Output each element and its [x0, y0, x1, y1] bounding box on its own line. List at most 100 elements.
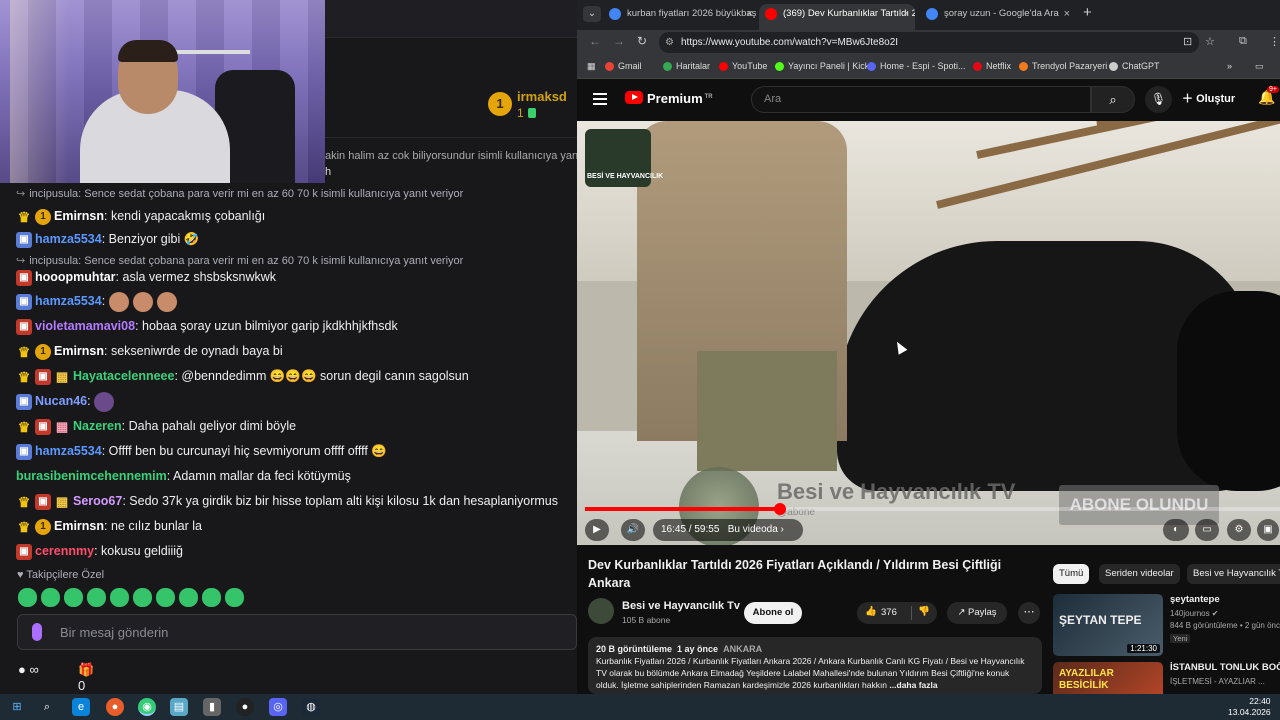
chat-message[interactable]: ▣ hamza5534: Benziyor gibi 🤣	[16, 228, 571, 250]
emote-icon[interactable]	[133, 588, 152, 607]
extensions-icon[interactable]: ⧉	[1239, 35, 1247, 48]
chat-username[interactable]: Emirnsn	[54, 209, 104, 223]
show-more-link[interactable]: ...daha fazla	[889, 680, 937, 690]
url-field[interactable]: ⚙ https://www.youtube.com/watch?v=MBw6Jt…	[659, 32, 1199, 53]
chat-message[interactable]: ▣ violetamamavi08: hobaa şoray uzun bilmi…	[16, 315, 571, 337]
settings-icon[interactable]: ⚙	[1227, 519, 1251, 541]
miniplayer-icon[interactable]: ▣	[1257, 519, 1279, 541]
chat-username[interactable]: Hayatacelenneee	[73, 369, 174, 383]
video-thumbnail[interactable]: AYAZLILAR BESİCİLİK	[1053, 662, 1163, 694]
play-button[interactable]: ▶	[585, 519, 609, 541]
mic-icon[interactable]	[32, 623, 42, 641]
search-input[interactable]: Ara	[751, 86, 1091, 113]
chat-message[interactable]: ♛ 1 Emirnsn: kendi yapacakmış çobanlığı	[16, 205, 571, 227]
youtube-premium-brand[interactable]: Premium TR	[647, 91, 713, 106]
bookmark-item[interactable]: Yayıncı Paneli | Kick	[775, 61, 869, 71]
description-box[interactable]: 20 B görüntüleme 1 ay önce ANKARA Kurban…	[588, 637, 1042, 694]
chat-username[interactable]: hamza5534	[35, 232, 102, 246]
file-explorer-icon[interactable]: ▤	[170, 698, 188, 716]
chat-message[interactable]: ♛ 1 Emirnsn: sekseniwrde de oynadı baya bi	[16, 340, 571, 362]
chat-message[interactable]: ▣ hamza5534: Offff ben bu curcunayi hiç s…	[16, 440, 571, 462]
gift-button[interactable]: 🎁 0	[78, 662, 94, 693]
browser-tab[interactable]: (369) Dev Kurbanlıklar Tartıldı 2 ×	[759, 4, 915, 30]
bookmark-star-icon[interactable]: ☆	[1205, 35, 1215, 48]
bookmark-item[interactable]: Home - Espi - Spoti...	[867, 61, 966, 71]
share-button[interactable]: ↗ Paylaş	[947, 602, 1007, 624]
emote-bar[interactable]	[18, 588, 248, 608]
recommended-video[interactable]: AYAZLILAR BESİCİLİK İSTANBUL TONLUK BOĞA İ…	[1053, 662, 1280, 694]
like-count[interactable]: 376	[881, 607, 897, 618]
back-icon[interactable]: ←	[589, 34, 601, 48]
search-icon[interactable]: ⌕	[38, 698, 56, 716]
video-title[interactable]: şeytantepe	[1170, 594, 1280, 606]
browser-tab[interactable]: kurban fiyatları 2026 büyükbaş ×	[603, 4, 759, 30]
chat-username[interactable]: Emirnsn	[54, 519, 104, 533]
channel-name[interactable]: Besi ve Hayvancılık Tv	[622, 600, 740, 612]
chat-input[interactable]: Bir mesaj gönderin	[17, 614, 577, 650]
video-thumbnail[interactable]: ŞEYTAN TEPE 1:21:30	[1053, 594, 1163, 656]
bookmark-item[interactable]: YouTube	[719, 61, 767, 71]
bookmark-item[interactable]: ChatGPT	[1109, 61, 1160, 71]
chapter-button[interactable]: Bu videoda ›	[728, 524, 784, 535]
system-clock[interactable]: 22:40 13.04.2026	[1228, 696, 1271, 718]
recommended-video[interactable]: ŞEYTAN TEPE 1:21:30 şeytantepe 140journos ✔…	[1053, 594, 1280, 656]
location-tag[interactable]: ANKARA	[723, 644, 762, 654]
emote-icon[interactable]	[64, 588, 83, 607]
bookmark-item[interactable]: Netflix	[973, 61, 1011, 71]
forward-icon[interactable]: →	[613, 34, 625, 48]
video-player[interactable]: BESİ VE HAYVANCILIK Besi ve Hayvancılık …	[577, 121, 1280, 545]
volume-icon[interactable]: 🔊	[621, 519, 645, 541]
emote-icon[interactable]	[179, 588, 198, 607]
reload-icon[interactable]: ↻	[637, 34, 647, 48]
chat-username[interactable]: cerennmy	[35, 544, 94, 558]
browser-tab[interactable]: şoray uzun - Google'da Ara ×	[920, 4, 1076, 30]
more-actions-icon[interactable]: ⋯	[1018, 602, 1040, 624]
firefox-icon[interactable]: ●	[106, 698, 124, 716]
emote-icon[interactable]	[110, 588, 129, 607]
menu-icon[interactable]: ⋮	[1269, 35, 1280, 48]
subtitles-icon[interactable]: ▭	[1195, 519, 1219, 541]
emote-icon[interactable]	[87, 588, 106, 607]
chat-username[interactable]: hamza5534	[35, 444, 102, 458]
chat-message[interactable]: burasibenimcehennemim: Adamın mallar da …	[16, 465, 571, 487]
emote-icon[interactable]	[156, 588, 175, 607]
notifications-icon[interactable]: 🔔 9+	[1258, 86, 1279, 106]
chat-username[interactable]: Seroo67	[73, 494, 122, 508]
apps-icon[interactable]: ▦	[587, 61, 596, 72]
steam-icon[interactable]: ◍	[302, 698, 320, 716]
voice-search-icon[interactable]: 🎙	[1145, 86, 1172, 113]
emote-icon[interactable]	[202, 588, 221, 607]
folder-icon[interactable]: ▭	[1255, 61, 1264, 72]
hamburger-menu-icon[interactable]	[593, 93, 607, 105]
windows-start-icon[interactable]: ⊞	[8, 698, 26, 716]
bookmarks-more-icon[interactable]: »	[1227, 61, 1232, 71]
edge-icon[interactable]: e	[72, 698, 90, 716]
emote-icon[interactable]	[18, 588, 37, 607]
close-tab-icon[interactable]: ×	[903, 4, 909, 24]
chrome-icon[interactable]: ◉	[138, 698, 156, 716]
tab-search-icon[interactable]: ⌄	[583, 6, 601, 22]
video-title[interactable]: İSTANBUL TONLUK BOĞA	[1170, 662, 1280, 674]
emote-icon[interactable]	[41, 588, 60, 607]
channel-avatar[interactable]	[588, 598, 614, 624]
bookmark-item[interactable]: Trendyol Pazaryeri	[1019, 61, 1107, 71]
chat-message[interactable]: ♛ ▣ ▦ Nazeren: Daha pahalı geliyor dimi böy…	[16, 415, 571, 437]
chat-username[interactable]: Nucan46	[35, 394, 87, 408]
new-tab-button[interactable]: +	[1083, 4, 1092, 21]
filter-chip[interactable]: Tümü	[1053, 564, 1090, 584]
autoplay-toggle[interactable]: ◐	[1163, 519, 1189, 541]
chat-username[interactable]: Emirnsn	[54, 344, 104, 358]
create-button[interactable]: ＋ Oluştur	[1182, 90, 1235, 106]
app-icon[interactable]: ▮	[203, 698, 221, 716]
chat-message[interactable]: ▣ Nucan46:	[16, 390, 571, 412]
chat-message[interactable]: ♛ ▣ ▦ Seroo67: Sedo 37k ya girdik biz bir h…	[16, 490, 571, 512]
chat-message[interactable]: ▣ cerennmy: kokusu geldiiiğ	[16, 540, 571, 562]
site-info-icon[interactable]: ⚙	[665, 32, 674, 53]
video-channel[interactable]: 140journos ✔	[1170, 609, 1219, 618]
chat-username[interactable]: burasibenimcehennemim	[16, 469, 167, 483]
dislike-icon[interactable]: 👎	[918, 606, 930, 617]
emote-icon[interactable]	[225, 588, 244, 607]
discord-icon[interactable]: ◎	[269, 698, 287, 716]
chat-message[interactable]: ♛ ▣ ▦ Hayatacelenneee: @benndedimm 😄😄😄 soru…	[16, 365, 571, 387]
chat-username[interactable]: hamza5534	[35, 294, 102, 308]
